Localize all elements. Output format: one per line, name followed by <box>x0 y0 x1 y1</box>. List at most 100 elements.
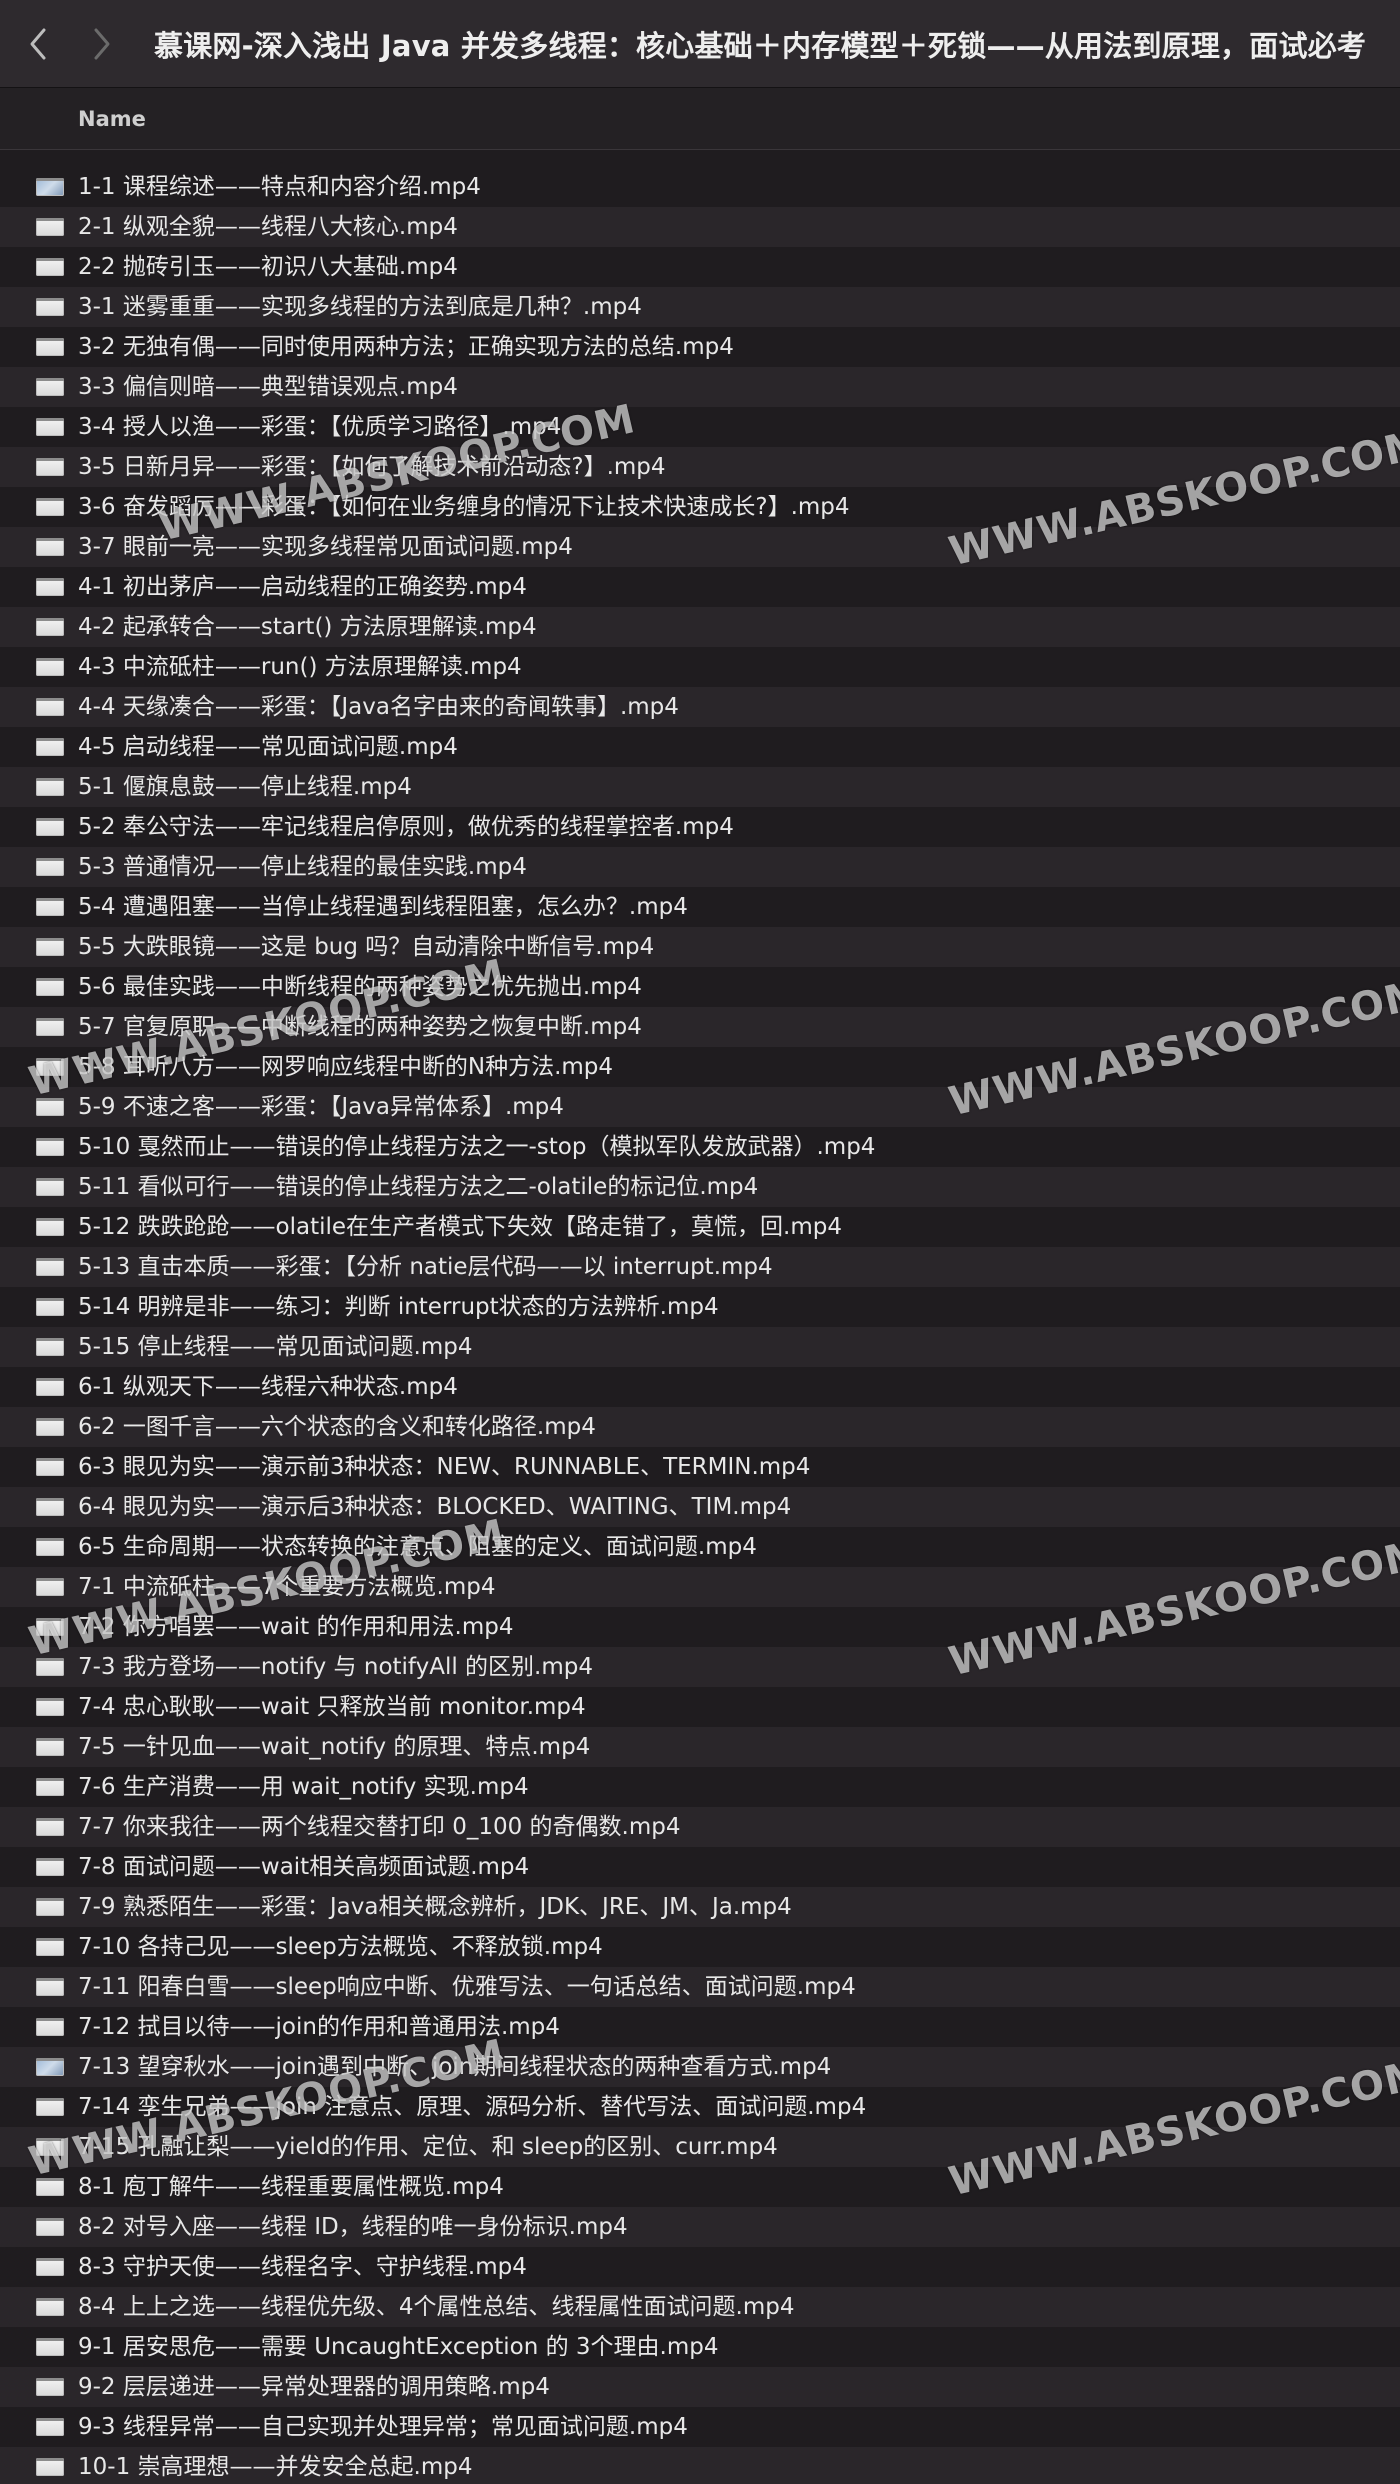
file-name: 2-2 抛砖引玉——初识八大基础.mp4 <box>78 254 458 280</box>
forward-button[interactable] <box>70 0 134 88</box>
file-row[interactable]: 8-2 对号入座——线程 ID，线程的唯一身份标识.mp4 <box>0 2207 1400 2247</box>
video-file-icon <box>36 1818 64 1836</box>
video-file-icon <box>36 538 64 556</box>
file-row[interactable]: 5-3 普通情况——停止线程的最佳实践.mp4 <box>0 847 1400 887</box>
file-name: 3-1 迷雾重重——实现多线程的方法到底是几种？.mp4 <box>78 294 642 320</box>
file-row[interactable]: 7-3 我方登场——notify 与 notifyAll 的区别.mp4 <box>0 1647 1400 1687</box>
file-row[interactable]: 7-2 你方唱罢——wait 的作用和用法.mp4 <box>0 1607 1400 1647</box>
file-row[interactable]: 3-7 眼前一亮——实现多线程常见面试问题.mp4 <box>0 527 1400 567</box>
file-name: 5-13 直击本质——彩蛋：【分析 natie层代码——以 interrupt.… <box>78 1254 773 1280</box>
file-row[interactable]: 5-13 直击本质——彩蛋：【分析 natie层代码——以 interrupt.… <box>0 1247 1400 1287</box>
file-row[interactable]: 5-9 不速之客——彩蛋：【Java异常体系】.mp4 <box>0 1087 1400 1127</box>
file-row[interactable]: 8-3 守护天使——线程名字、守护线程.mp4 <box>0 2247 1400 2287</box>
file-row[interactable]: 7-5 一针见血——wait_notify 的原理、特点.mp4 <box>0 1727 1400 1767</box>
file-row[interactable]: 7-8 面试问题——wait相关高频面试题.mp4 <box>0 1847 1400 1887</box>
video-file-icon <box>36 2418 64 2436</box>
file-row[interactable]: 7-13 望穿秋水——join遇到中断、join期间线程状态的两种查看方式.mp… <box>0 2047 1400 2087</box>
file-row[interactable]: 3-4 授人以渔——彩蛋：【优质学习路径】.mp4 <box>0 407 1400 447</box>
file-name: 2-1 纵观全貌——线程八大核心.mp4 <box>78 214 458 240</box>
file-row[interactable]: 7-4 忠心耿耿——wait 只释放当前 monitor.mp4 <box>0 1687 1400 1727</box>
video-file-icon <box>36 2138 64 2156</box>
video-file-icon <box>36 1018 64 1036</box>
file-name: 5-12 跌跌跄跄——olatile在生产者模式下失效【路走错了，莫慌，回.mp… <box>78 1214 842 1240</box>
file-row[interactable]: 6-1 纵观天下——线程六种状态.mp4 <box>0 1367 1400 1407</box>
video-file-icon <box>36 1098 64 1116</box>
file-row[interactable]: 4-2 起承转合——start() 方法原理解读.mp4 <box>0 607 1400 647</box>
file-row[interactable]: 3-5 日新月异——彩蛋：【如何了解技术前沿动态?】.mp4 <box>0 447 1400 487</box>
file-name: 3-4 授人以渔——彩蛋：【优质学习路径】.mp4 <box>78 414 562 440</box>
file-row[interactable]: 7-14 孪生兄弟——join 注意点、原理、源码分析、替代写法、面试问题.mp… <box>0 2087 1400 2127</box>
file-name: 9-2 层层递进——异常处理器的调用策略.mp4 <box>78 2374 550 2400</box>
file-name: 7-12 拭目以待——join的作用和普通用法.mp4 <box>78 2014 560 2040</box>
file-row[interactable]: 7-6 生产消费——用 wait_notify 实现.mp4 <box>0 1767 1400 1807</box>
file-row[interactable]: 5-6 最佳实践——中断线程的两种姿势之优先抛出.mp4 <box>0 967 1400 1007</box>
file-name: 7-1 中流砥柱——7个重要方法概览.mp4 <box>78 1574 496 1600</box>
video-file-icon <box>36 2098 64 2116</box>
file-row[interactable]: 5-5 大跌眼镜——这是 bug 吗？自动清除中断信号.mp4 <box>0 927 1400 967</box>
video-thumbnail-icon <box>36 178 64 196</box>
file-row[interactable]: 3-2 无独有偶——同时使用两种方法；正确实现方法的总结.mp4 <box>0 327 1400 367</box>
file-row[interactable]: 2-2 抛砖引玉——初识八大基础.mp4 <box>0 247 1400 287</box>
file-row[interactable]: 4-5 启动线程——常见面试问题.mp4 <box>0 727 1400 767</box>
video-file-icon <box>36 2298 64 2316</box>
video-file-icon <box>36 378 64 396</box>
file-row[interactable]: 4-4 天缘凑合——彩蛋：【Java名字由来的奇闻轶事】.mp4 <box>0 687 1400 727</box>
video-file-icon <box>36 1578 64 1596</box>
file-row[interactable]: 4-3 中流砥柱——run() 方法原理解读.mp4 <box>0 647 1400 687</box>
file-row[interactable]: 7-7 你来我往——两个线程交替打印 0_100 的奇偶数.mp4 <box>0 1807 1400 1847</box>
file-name: 4-4 天缘凑合——彩蛋：【Java名字由来的奇闻轶事】.mp4 <box>78 694 679 720</box>
file-row[interactable]: 5-4 遭遇阻塞——当停止线程遇到线程阻塞，怎么办？.mp4 <box>0 887 1400 927</box>
file-row[interactable]: 5-1 偃旗息鼓——停止线程.mp4 <box>0 767 1400 807</box>
file-row[interactable]: 7-12 拭目以待——join的作用和普通用法.mp4 <box>0 2007 1400 2047</box>
video-file-icon <box>36 1738 64 1756</box>
file-row[interactable]: 7-15 孔融让梨——yield的作用、定位、和 sleep的区别、curr.m… <box>0 2127 1400 2167</box>
title-bar: 慕课网-深入浅出 Java 并发多线程：核心基础＋内存模型＋死锁——从用法到原理… <box>0 0 1400 88</box>
file-row[interactable]: 1-1 课程综述——特点和内容介绍.mp4 <box>0 167 1400 207</box>
video-file-icon <box>36 1218 64 1236</box>
file-name: 8-3 守护天使——线程名字、守护线程.mp4 <box>78 2254 527 2280</box>
file-row[interactable]: 5-15 停止线程——常见面试问题.mp4 <box>0 1327 1400 1367</box>
file-row[interactable]: 6-5 生命周期——状态转换的注意点、阻塞的定义、面试问题.mp4 <box>0 1527 1400 1567</box>
file-name: 9-3 线程异常——自己实现并处理异常；常见面试问题.mp4 <box>78 2414 688 2440</box>
file-row[interactable]: 9-3 线程异常——自己实现并处理异常；常见面试问题.mp4 <box>0 2407 1400 2447</box>
file-row[interactable]: 9-2 层层递进——异常处理器的调用策略.mp4 <box>0 2367 1400 2407</box>
file-row[interactable]: 7-10 各持己见——sleep方法概览、不释放锁.mp4 <box>0 1927 1400 1967</box>
file-row[interactable]: 2-1 纵观全貌——线程八大核心.mp4 <box>0 207 1400 247</box>
file-row[interactable]: 5-10 戛然而止——错误的停止线程方法之一-stop（模拟军队发放武器）.mp… <box>0 1127 1400 1167</box>
file-row[interactable]: 6-4 眼见为实——演示后3种状态：BLOCKED、WAITING、TIM.mp… <box>0 1487 1400 1527</box>
file-name: 4-2 起承转合——start() 方法原理解读.mp4 <box>78 614 537 640</box>
name-column-header[interactable]: Name <box>78 107 146 131</box>
file-row[interactable]: 8-1 庖丁解牛——线程重要属性概览.mp4 <box>0 2167 1400 2207</box>
file-name: 5-11 看似可行——错误的停止线程方法之二-olatile的标记位.mp4 <box>78 1174 759 1200</box>
file-row[interactable]: 3-1 迷雾重重——实现多线程的方法到底是几种？.mp4 <box>0 287 1400 327</box>
file-row[interactable]: 5-14 明辨是非——练习：判断 interrupt状态的方法辨析.mp4 <box>0 1287 1400 1327</box>
file-row[interactable]: 7-9 熟悉陌生——彩蛋：Java相关概念辨析，JDK、JRE、JM、Ja.mp… <box>0 1887 1400 1927</box>
file-row[interactable]: 3-3 偏信则暗——典型错误观点.mp4 <box>0 367 1400 407</box>
video-file-icon <box>36 338 64 356</box>
file-row[interactable]: 5-11 看似可行——错误的停止线程方法之二-olatile的标记位.mp4 <box>0 1167 1400 1207</box>
video-file-icon <box>36 1778 64 1796</box>
file-row[interactable]: 7-11 阳春白雪——sleep响应中断、优雅写法、一句话总结、面试问题.mp4 <box>0 1967 1400 2007</box>
file-row[interactable]: 5-7 官复原职——中断线程的两种姿势之恢复中断.mp4 <box>0 1007 1400 1047</box>
file-row[interactable]: 5-12 跌跌跄跄——olatile在生产者模式下失效【路走错了，莫慌，回.mp… <box>0 1207 1400 1247</box>
file-row[interactable]: 4-1 初出茅庐——启动线程的正确姿势.mp4 <box>0 567 1400 607</box>
file-row[interactable]: 6-3 眼见为实——演示前3种状态：NEW、RUNNABLE、TERMIN.mp… <box>0 1447 1400 1487</box>
video-file-icon <box>36 1698 64 1716</box>
file-row[interactable]: 3-6 奋发蹈厉——彩蛋：【如何在业务缠身的情况下让技术快速成长?】.mp4 <box>0 487 1400 527</box>
file-row[interactable]: 5-2 奉公守法——牢记线程启停原则，做优秀的线程掌控者.mp4 <box>0 807 1400 847</box>
video-file-icon <box>36 2218 64 2236</box>
file-name: 7-2 你方唱罢——wait 的作用和用法.mp4 <box>78 1614 514 1640</box>
video-file-icon <box>36 1378 64 1396</box>
file-row[interactable]: 9-1 居安思危——需要 UncaughtException 的 3个理由.mp… <box>0 2327 1400 2367</box>
file-row[interactable]: 10-1 崇高理想——并发安全总起.mp4 <box>0 2447 1400 2484</box>
back-button[interactable] <box>6 0 70 88</box>
file-name: 7-11 阳春白雪——sleep响应中断、优雅写法、一句话总结、面试问题.mp4 <box>78 1974 856 2000</box>
file-row[interactable]: 5-8 耳听八方——网罗响应线程中断的N种方法.mp4 <box>0 1047 1400 1087</box>
file-name: 7-9 熟悉陌生——彩蛋：Java相关概念辨析，JDK、JRE、JM、Ja.mp… <box>78 1894 792 1920</box>
file-row[interactable]: 6-2 一图千言——六个状态的含义和转化路径.mp4 <box>0 1407 1400 1447</box>
file-name: 5-1 偃旗息鼓——停止线程.mp4 <box>78 774 412 800</box>
file-row[interactable]: 7-1 中流砥柱——7个重要方法概览.mp4 <box>0 1567 1400 1607</box>
video-file-icon <box>36 858 64 876</box>
file-row[interactable]: 8-4 上上之选——线程优先级、4个属性总结、线程属性面试问题.mp4 <box>0 2287 1400 2327</box>
file-name: 5-6 最佳实践——中断线程的两种姿势之优先抛出.mp4 <box>78 974 642 1000</box>
